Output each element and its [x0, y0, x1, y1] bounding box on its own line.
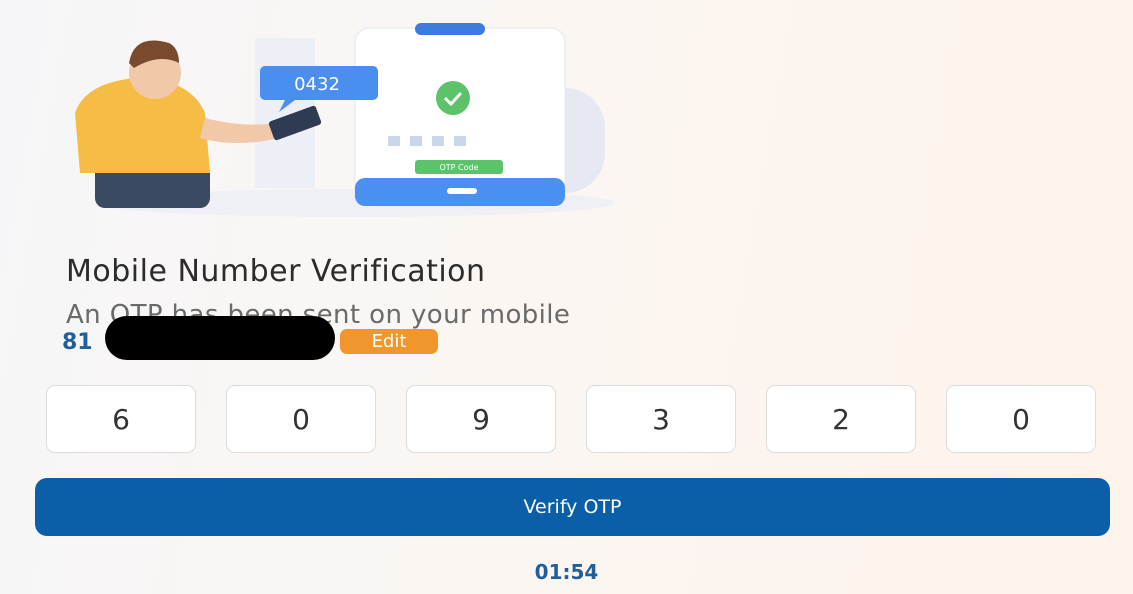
edit-phone-button[interactable]: Edit — [340, 329, 438, 354]
otp-digit-5[interactable]: 2 — [766, 385, 916, 453]
page-title: Mobile Number Verification — [66, 254, 486, 289]
illustration-bubble-code: 0432 — [294, 74, 340, 95]
otp-digit-6[interactable]: 0 — [946, 385, 1096, 453]
resend-timer: 01:54 — [534, 560, 599, 584]
otp-digit-1[interactable]: 6 — [46, 385, 196, 453]
otp-digit-2[interactable]: 0 — [226, 385, 376, 453]
phone-number: 81 — [62, 330, 93, 355]
verify-otp-label: Verify OTP — [523, 496, 622, 518]
otp-illustration: OTP Code 0432 — [75, 23, 615, 217]
verify-otp-button[interactable]: Verify OTP — [35, 478, 1110, 536]
otp-digit-3[interactable]: 9 — [406, 385, 556, 453]
illustration-button-label: OTP Code — [439, 163, 478, 172]
otp-digit-4[interactable]: 3 — [586, 385, 736, 453]
redacted-phone-digits — [105, 316, 335, 360]
